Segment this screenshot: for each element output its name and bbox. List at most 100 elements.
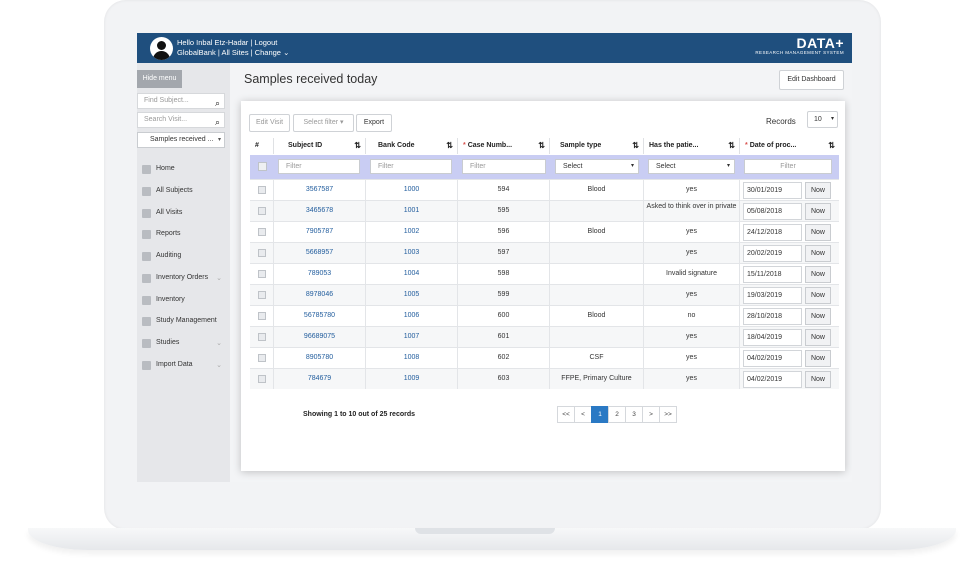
subject-id-cell[interactable]: 96689075 bbox=[274, 327, 366, 347]
inventory-icon bbox=[142, 296, 151, 305]
date-input[interactable]: 18/04/2019 bbox=[743, 329, 802, 346]
edit-visit-button[interactable]: Edit Visit bbox=[249, 114, 290, 132]
column-header-subject-id[interactable]: Subject ID ⇅ bbox=[274, 138, 366, 154]
edit-dashboard-button[interactable]: Edit Dashboard bbox=[779, 70, 844, 90]
last-page-button[interactable]: >> bbox=[659, 406, 677, 423]
bank-code-cell[interactable]: 1005 bbox=[366, 285, 458, 305]
next-page-button[interactable]: > bbox=[642, 406, 660, 423]
page-button-1[interactable]: 1 bbox=[591, 406, 609, 423]
column-header-bank-code[interactable]: Bank Code ⇅ bbox=[366, 138, 458, 154]
sidebar-item-all-subjects[interactable]: All Subjects bbox=[137, 182, 230, 202]
sidebar-item-reports[interactable]: Reports bbox=[137, 225, 230, 245]
sample-type-filter-select[interactable]: Select ▾ bbox=[555, 159, 639, 174]
subject-id-cell[interactable]: 56785780 bbox=[274, 306, 366, 326]
subject-id-cell[interactable]: 5668957 bbox=[274, 243, 366, 263]
date-input[interactable]: 20/02/2019 bbox=[743, 245, 802, 262]
caret-down-icon: ▾ bbox=[340, 119, 344, 126]
now-button[interactable]: Now bbox=[805, 182, 831, 199]
now-button[interactable]: Now bbox=[805, 287, 831, 304]
page-button-3[interactable]: 3 bbox=[625, 406, 643, 423]
date-input[interactable]: 05/08/2018 bbox=[743, 203, 802, 220]
column-header-sample-type[interactable]: Sample type ⇅ bbox=[550, 138, 644, 154]
sidebar-item-inventory[interactable]: Inventory bbox=[137, 291, 230, 311]
bank-code-cell[interactable]: 1009 bbox=[366, 369, 458, 389]
sort-icon[interactable]: ⇅ bbox=[538, 138, 545, 154]
dashboard-view-select[interactable]: Samples received ... ▾ bbox=[137, 132, 225, 148]
date-input[interactable]: 15/11/2018 bbox=[743, 266, 802, 283]
bank-code-cell[interactable]: 1001 bbox=[366, 201, 458, 221]
subject-id-cell[interactable]: 8978046 bbox=[274, 285, 366, 305]
subject-id-cell[interactable]: 784679 bbox=[274, 369, 366, 389]
sidebar-item-import-data[interactable]: Import Data ⌄ bbox=[137, 356, 230, 376]
column-header-case-number[interactable]: * Case Numb... ⇅ bbox=[458, 138, 550, 154]
sort-icon[interactable]: ⇅ bbox=[632, 138, 639, 154]
sort-icon[interactable]: ⇅ bbox=[354, 138, 361, 154]
now-button[interactable]: Now bbox=[805, 308, 831, 325]
now-button[interactable]: Now bbox=[805, 266, 831, 283]
page-title: Samples received today bbox=[244, 72, 378, 86]
subject-id-cell[interactable]: 789053 bbox=[274, 264, 366, 284]
subject-id-filter[interactable]: Filter bbox=[278, 159, 360, 174]
bank-code-cell[interactable]: 1007 bbox=[366, 327, 458, 347]
case-number-filter[interactable]: Filter bbox=[462, 159, 546, 174]
now-button[interactable]: Now bbox=[805, 329, 831, 346]
date-filter[interactable]: Filter bbox=[744, 159, 832, 174]
bank-code-cell[interactable]: 1000 bbox=[366, 180, 458, 200]
subject-id-cell[interactable]: 3567587 bbox=[274, 180, 366, 200]
bank-code-cell[interactable]: 1002 bbox=[366, 222, 458, 242]
bank-code-cell[interactable]: 1004 bbox=[366, 264, 458, 284]
column-header-has-patient[interactable]: Has the patie... ⇅ bbox=[644, 138, 740, 154]
select-all-checkbox[interactable] bbox=[258, 162, 267, 171]
sort-icon[interactable]: ⇅ bbox=[446, 138, 453, 154]
find-subject-placeholder: Find Subject... bbox=[144, 97, 189, 104]
hide-menu-button[interactable]: Hide menu bbox=[137, 70, 182, 88]
now-button[interactable]: Now bbox=[805, 350, 831, 367]
page-button-2[interactable]: 2 bbox=[608, 406, 626, 423]
inventory-orders-icon bbox=[142, 274, 151, 283]
date-input[interactable]: 24/12/2018 bbox=[743, 224, 802, 241]
date-input[interactable]: 04/02/2019 bbox=[743, 371, 802, 388]
change-site-link[interactable]: Change ⌄ bbox=[255, 48, 290, 57]
sidebar-item-study-management[interactable]: Study Management bbox=[137, 312, 230, 332]
caret-down-icon: ▾ bbox=[217, 137, 221, 143]
filter-row: Filter Filter Filter Select ▾ Select ▾ Fil… bbox=[250, 155, 839, 179]
first-page-button[interactable]: << bbox=[557, 406, 575, 423]
now-button[interactable]: Now bbox=[805, 245, 831, 262]
search-visit-input[interactable]: Search Visit... ⌕ bbox=[137, 112, 225, 128]
now-button[interactable]: Now bbox=[805, 224, 831, 241]
date-input[interactable]: 19/03/2019 bbox=[743, 287, 802, 304]
sidebar-item-all-visits[interactable]: All Visits bbox=[137, 204, 230, 224]
sort-icon[interactable]: ⇅ bbox=[828, 138, 835, 154]
bank-code-cell[interactable]: 1003 bbox=[366, 243, 458, 263]
subject-id-cell[interactable]: 7905787 bbox=[274, 222, 366, 242]
sort-icon[interactable]: ⇅ bbox=[728, 138, 735, 154]
chevron-down-icon: ⌄ bbox=[216, 340, 222, 347]
subject-id-cell[interactable]: 3465678 bbox=[274, 201, 366, 221]
bank-code-cell[interactable]: 1008 bbox=[366, 348, 458, 368]
date-input[interactable]: 04/02/2019 bbox=[743, 350, 802, 367]
logout-link[interactable]: Logout bbox=[254, 38, 277, 47]
sidebar-item-studies[interactable]: Studies ⌄ bbox=[137, 334, 230, 354]
has-patient-filter-select[interactable]: Select ▾ bbox=[648, 159, 735, 174]
select-filter-dropdown[interactable]: Select filter ▾ bbox=[293, 114, 354, 132]
index-cell bbox=[250, 201, 274, 221]
sidebar-item-auditing[interactable]: Auditing bbox=[137, 247, 230, 267]
find-subject-input[interactable]: Find Subject... ⌕ bbox=[137, 93, 225, 109]
column-header-date[interactable]: * Date of proc... ⇅ bbox=[740, 138, 839, 154]
search-icon[interactable]: ⌕ bbox=[215, 115, 220, 129]
case-number-cell: 603 bbox=[458, 369, 550, 389]
bank-code-cell[interactable]: 1006 bbox=[366, 306, 458, 326]
sidebar-item-home[interactable]: Home bbox=[137, 160, 230, 180]
date-input[interactable]: 30/01/2019 bbox=[743, 182, 802, 199]
now-button[interactable]: Now bbox=[805, 203, 831, 220]
now-button[interactable]: Now bbox=[805, 371, 831, 388]
bank-code-filter[interactable]: Filter bbox=[370, 159, 452, 174]
subject-id-cell[interactable]: 8905780 bbox=[274, 348, 366, 368]
prev-page-button[interactable]: < bbox=[574, 406, 592, 423]
date-input[interactable]: 28/10/2018 bbox=[743, 308, 802, 325]
export-button[interactable]: Export bbox=[356, 114, 392, 132]
search-icon[interactable]: ⌕ bbox=[215, 96, 220, 110]
avatar[interactable] bbox=[150, 37, 173, 60]
records-per-page-select[interactable]: 10 ▾ bbox=[807, 111, 838, 128]
sidebar-item-inventory-orders[interactable]: Inventory Orders ⌄ bbox=[137, 269, 230, 289]
